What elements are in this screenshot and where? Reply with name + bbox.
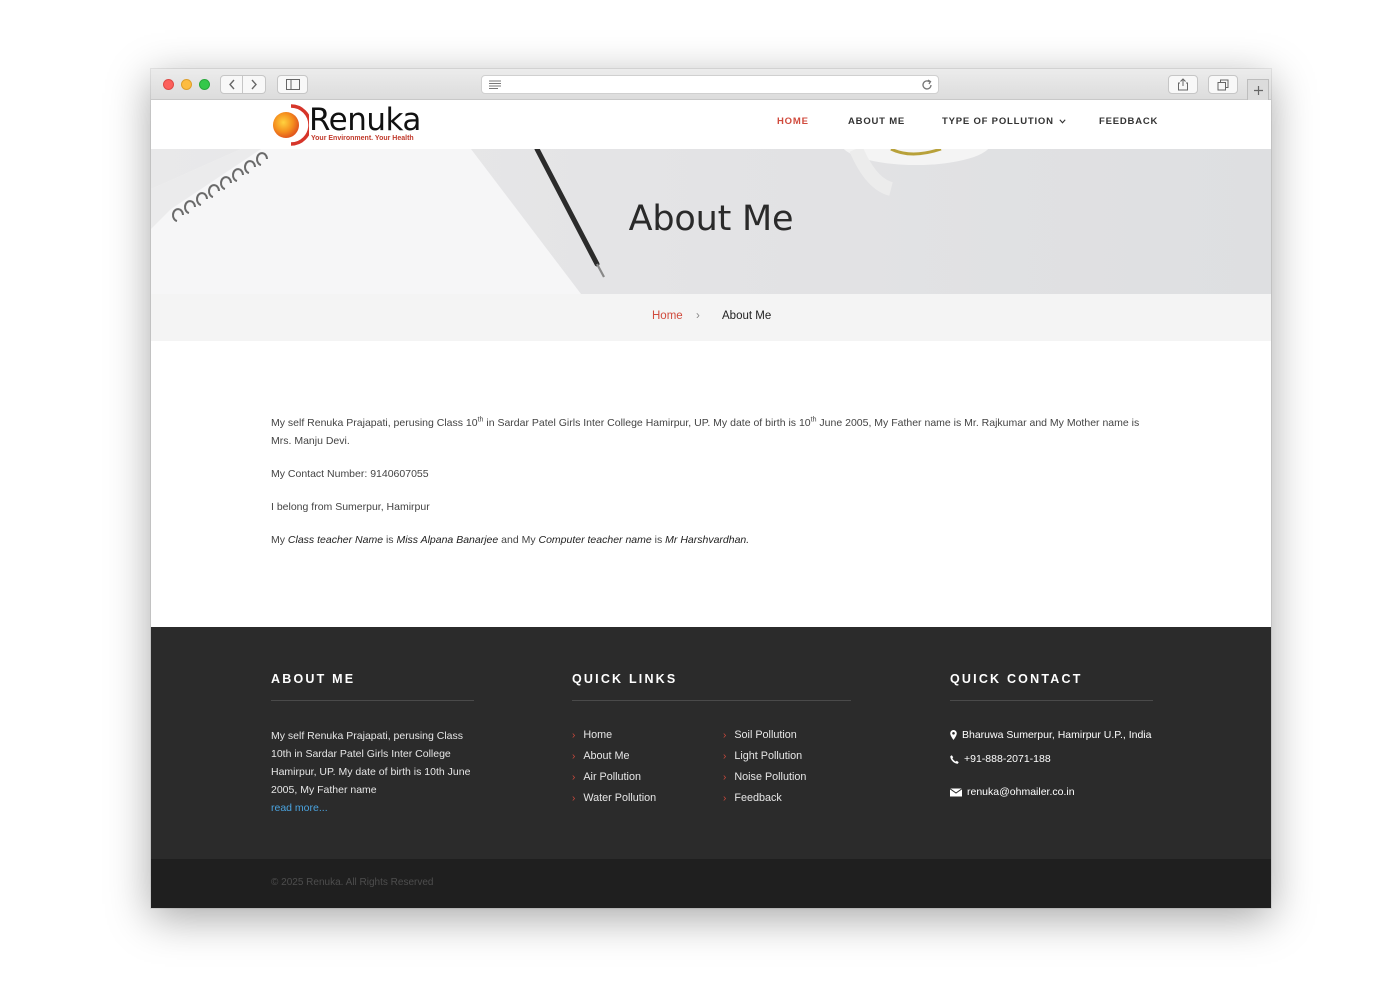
back-icon <box>228 79 235 90</box>
quick-link-label: About Me <box>583 750 630 762</box>
back-button[interactable] <box>220 75 243 94</box>
teachers-emphasis-4: Mr Harshvardhan. <box>665 534 750 546</box>
quick-link-label: Feedback <box>734 792 782 804</box>
about-content: My self Renuka Prajapati, perusing Class… <box>271 414 1151 564</box>
logo-sun-icon <box>273 104 309 146</box>
contact-email[interactable]: renuka@ohmailer.co.in <box>950 786 1075 798</box>
quick-link-label: Noise Pollution <box>734 771 807 783</box>
quick-link-light-pollution[interactable]: › Light Pollution <box>723 750 802 762</box>
contact-phone[interactable]: +91-888-2071-188 <box>950 753 1051 765</box>
nav-type-of-pollution[interactable]: TYPE OF POLLUTION <box>942 116 1066 127</box>
quick-link-noise-pollution[interactable]: › Noise Pollution <box>723 771 806 783</box>
site-logo[interactable]: Renuka Your Environment. Your Health <box>269 100 439 149</box>
footer-contact-heading: QUICK CONTACT <box>950 672 1083 686</box>
chevron-right-icon: › <box>723 772 727 783</box>
quick-link-label: Light Pollution <box>734 750 803 762</box>
quick-link-water-pollution[interactable]: › Water Pollution <box>572 792 656 804</box>
breadcrumb-home-link[interactable]: Home <box>652 310 683 322</box>
quick-link-label: Soil Pollution <box>734 729 797 741</box>
zoom-window-button[interactable] <box>199 79 210 90</box>
address-bar[interactable] <box>481 75 939 94</box>
chevron-right-icon: › <box>572 751 576 762</box>
teachers-text-2: is <box>383 534 397 546</box>
breadcrumb-separator: › <box>696 310 700 322</box>
footer-about-divider <box>271 700 474 701</box>
footer-contact-divider <box>950 700 1153 701</box>
breadcrumb-current: About Me <box>722 310 772 322</box>
quick-link-about-me[interactable]: › About Me <box>572 750 630 762</box>
page-title: About Me <box>628 199 794 239</box>
reload-icon[interactable] <box>920 78 934 92</box>
share-button[interactable] <box>1168 75 1198 94</box>
browser-window: Renuka Your Environment. Your Health HOM… <box>151 69 1271 908</box>
tabs-icon <box>1217 79 1229 90</box>
quick-link-soil-pollution[interactable]: › Soil Pollution <box>723 729 797 741</box>
close-window-button[interactable] <box>163 79 174 90</box>
forward-button[interactable] <box>243 75 266 94</box>
quick-link-home[interactable]: › Home <box>572 729 612 741</box>
reader-icon[interactable] <box>488 79 502 90</box>
nav-feedback[interactable]: FEEDBACK <box>1099 116 1158 127</box>
forward-icon <box>251 79 257 90</box>
footer-about-body: My self Renuka Prajapati, perusing Class… <box>271 730 471 796</box>
chevron-right-icon: › <box>723 751 727 762</box>
about-paragraph-teachers: My Class teacher Name is Miss Alpana Ban… <box>271 531 1151 549</box>
quick-link-label: Air Pollution <box>583 771 641 783</box>
plus-icon <box>1253 85 1263 95</box>
about-paragraph-contact: My Contact Number: 9140607055 <box>271 468 429 480</box>
site-navbar: Renuka Your Environment. Your Health HOM… <box>151 100 1271 149</box>
contact-address-text: Bharuwa Sumerpur, Hamirpur U.P., India <box>962 729 1152 741</box>
teachers-emphasis-2: Miss Alpana Banarjee <box>396 534 499 546</box>
nav-about-me[interactable]: ABOUT ME <box>848 116 905 127</box>
about-paragraph-intro: My self Renuka Prajapati, perusing Class… <box>271 414 1151 450</box>
quick-link-label: Home <box>583 729 613 741</box>
breadcrumb: Home › About Me <box>151 294 1271 341</box>
chevron-down-icon <box>1059 119 1066 124</box>
share-icon <box>1178 78 1188 91</box>
footer-about-text: My self Renuka Prajapati, perusing Class… <box>271 727 476 817</box>
intro-text-2: in Sardar Patel Girls Inter College Hami… <box>483 417 811 429</box>
intro-text-1: My self Renuka Prajapati, perusing Class… <box>271 417 478 429</box>
contact-phone-text: +91-888-2071-188 <box>964 753 1051 765</box>
minimize-window-button[interactable] <box>181 79 192 90</box>
chevron-right-icon: › <box>723 730 727 741</box>
phone-icon <box>950 754 959 764</box>
footer-links-heading: QUICK LINKS <box>572 672 678 686</box>
read-more-link[interactable]: read more... <box>271 799 476 817</box>
quick-link-label: Water Pollution <box>583 792 657 804</box>
browser-toolbar <box>151 69 1271 100</box>
quick-link-air-pollution[interactable]: › Air Pollution <box>572 771 641 783</box>
footer-links-divider <box>572 700 851 701</box>
nav-type-of-pollution-label: TYPE OF POLLUTION <box>942 116 1054 127</box>
site-footer: ABOUT ME My self Renuka Prajapati, perus… <box>151 627 1271 859</box>
about-paragraph-hometown: I belong from Sumerpur, Hamirpur <box>271 501 430 513</box>
chevron-right-icon: › <box>572 793 576 804</box>
page-hero: About Me <box>151 149 1271 294</box>
nav-home[interactable]: HOME <box>777 116 809 127</box>
envelope-icon <box>950 787 962 796</box>
chevron-right-icon: › <box>723 793 727 804</box>
chevron-right-icon: › <box>572 730 576 741</box>
teachers-text-1: My <box>271 534 288 546</box>
sidebar-toggle-button[interactable] <box>277 75 308 94</box>
teachers-emphasis-1: Class teacher Name <box>287 534 384 546</box>
brand-tagline: Your Environment. Your Health <box>311 135 414 142</box>
brand-name: Renuka <box>309 102 421 138</box>
contact-email-text: renuka@ohmailer.co.in <box>967 786 1075 798</box>
map-marker-icon <box>950 730 957 740</box>
quick-link-feedback[interactable]: › Feedback <box>723 792 782 804</box>
teachers-emphasis-3: Computer teacher name <box>538 534 652 546</box>
sidebar-icon <box>285 79 300 90</box>
teachers-text-4: is <box>651 534 666 546</box>
copyright-bar: © 2025 Renuka. All Rights Reserved <box>151 859 1271 908</box>
copyright-text: © 2025 Renuka. All Rights Reserved <box>271 877 434 888</box>
new-tab-button[interactable] <box>1247 79 1269 100</box>
teachers-text-3: and My <box>498 534 539 546</box>
show-tabs-button[interactable] <box>1208 75 1238 94</box>
footer-about-heading: ABOUT ME <box>271 672 356 686</box>
chevron-right-icon: › <box>572 772 576 783</box>
contact-address: Bharuwa Sumerpur, Hamirpur U.P., India <box>950 729 1151 741</box>
